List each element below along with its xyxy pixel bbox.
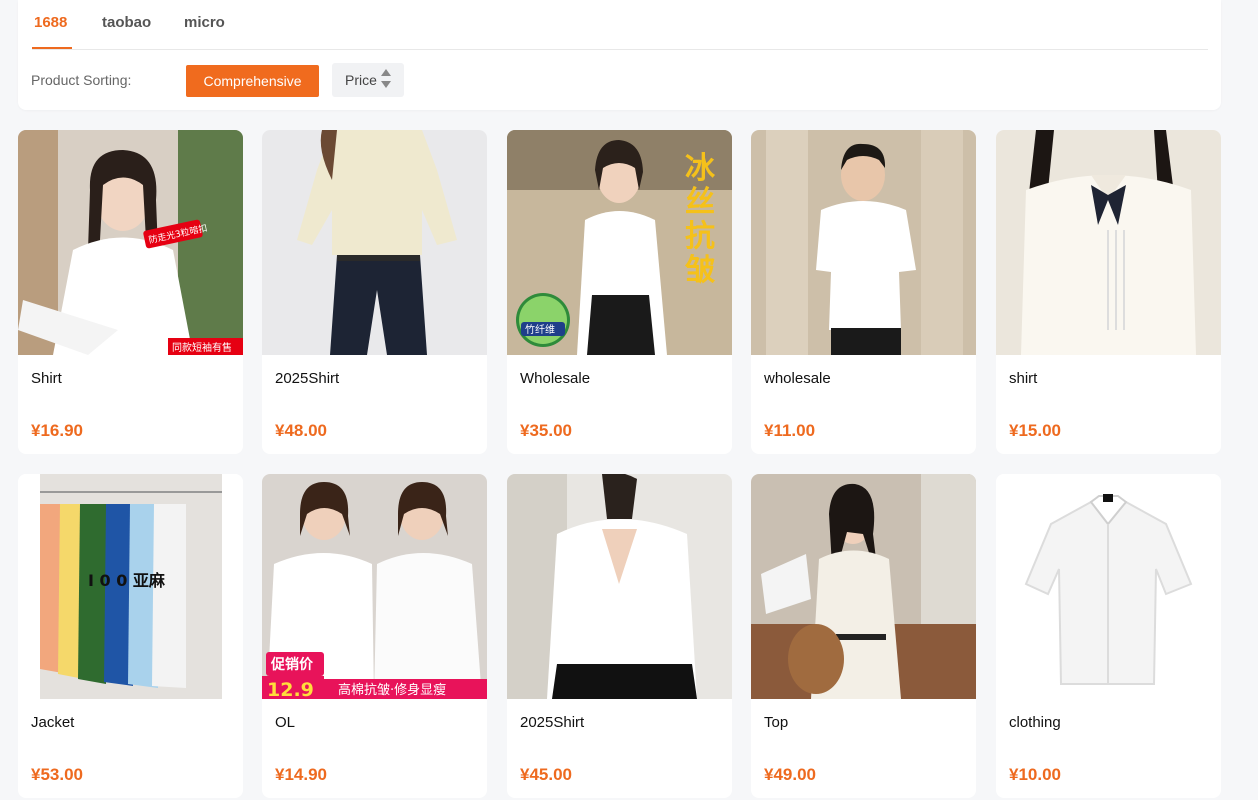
product-badge: 同款短袖有售 xyxy=(172,341,232,354)
tab-taobao[interactable]: taobao xyxy=(102,14,151,31)
product-price: ¥35.00 xyxy=(520,421,572,440)
product-title: clothing xyxy=(1009,714,1061,731)
product-card[interactable]: 促销价 12.9 高棉抗皱·修身显瘦 OL ¥14.90 xyxy=(262,474,487,798)
product-price: ¥11.00 xyxy=(764,421,816,440)
sort-up-icon xyxy=(381,69,391,76)
product-title: wholesale xyxy=(764,370,831,387)
product-image xyxy=(751,474,976,699)
sort-price-button[interactable]: Price xyxy=(332,63,404,97)
product-title: Top xyxy=(764,714,789,731)
product-promo: 12.9 xyxy=(267,679,314,699)
product-overlay-2: 丝 xyxy=(685,185,715,220)
product-card[interactable]: wholesale ¥11.00 xyxy=(751,130,976,454)
product-card[interactable]: Top ¥49.00 xyxy=(751,474,976,798)
tab-1688[interactable]: 1688 xyxy=(34,14,67,31)
product-overlay-3: 抗 xyxy=(685,219,715,254)
product-price: ¥14.90 xyxy=(275,765,327,784)
source-tabs: 1688 taobao micro xyxy=(32,0,1208,50)
product-banner: 高棉抗皱·修身显瘦 xyxy=(338,682,446,698)
sort-arrows-icon xyxy=(381,69,391,91)
tab-micro[interactable]: micro xyxy=(184,14,225,31)
product-card[interactable]: 2025Shirt ¥48.00 xyxy=(262,130,487,454)
product-card[interactable]: clothing ¥10.00 xyxy=(996,474,1221,798)
product-card[interactable]: 防走光3粒暗扣 同款短袖有售 Shirt ¥16.90 xyxy=(18,130,243,454)
product-card[interactable]: I 0 0 亚麻 Jacket ¥53.00 xyxy=(18,474,243,798)
product-image xyxy=(507,474,732,699)
product-title: Shirt xyxy=(31,370,62,387)
product-image: 冰 丝 抗 皱 竹纤维 xyxy=(507,130,732,355)
product-image xyxy=(751,130,976,355)
product-image: 促销价 12.9 高棉抗皱·修身显瘦 xyxy=(262,474,487,699)
sort-label: Product Sorting: xyxy=(31,72,132,88)
product-price: ¥16.90 xyxy=(31,421,83,440)
product-badge: 竹纤维 xyxy=(525,323,555,336)
product-title: shirt xyxy=(1009,370,1038,387)
product-image xyxy=(996,130,1221,355)
product-price: ¥10.00 xyxy=(1009,765,1061,784)
sort-price-label: Price xyxy=(345,72,377,88)
product-title: OL xyxy=(275,714,296,731)
product-title: Wholesale xyxy=(520,370,591,387)
product-image: 防走光3粒暗扣 同款短袖有售 xyxy=(18,130,243,355)
product-image: I 0 0 亚麻 xyxy=(18,474,243,699)
product-card[interactable]: 2025Shirt ¥45.00 xyxy=(507,474,732,798)
product-overlay-4: 皱 xyxy=(684,253,716,288)
filter-panel: 1688 taobao micro Product Sorting: Compr… xyxy=(18,0,1221,110)
product-image xyxy=(996,474,1221,699)
product-card[interactable]: shirt ¥15.00 xyxy=(996,130,1221,454)
sort-down-icon xyxy=(381,81,391,88)
product-overlay-1: 冰 xyxy=(685,151,716,186)
product-price: ¥49.00 xyxy=(764,765,816,784)
product-price: ¥15.00 xyxy=(1009,421,1061,440)
product-title: 2025Shirt xyxy=(520,714,585,731)
product-price: ¥48.00 xyxy=(275,421,327,440)
product-price: ¥53.00 xyxy=(31,765,83,784)
active-tab-indicator xyxy=(32,47,72,49)
product-badge: 促销价 xyxy=(270,656,314,673)
product-image xyxy=(262,130,487,355)
product-card[interactable]: 冰 丝 抗 皱 竹纤维 Wholesale ¥35.00 xyxy=(507,130,732,454)
product-title: Jacket xyxy=(31,714,75,731)
product-title: 2025Shirt xyxy=(275,370,340,387)
product-overlay: I 0 0 亚麻 xyxy=(88,571,166,590)
product-price: ¥45.00 xyxy=(520,765,572,784)
sort-comprehensive-button[interactable]: Comprehensive xyxy=(186,65,319,97)
